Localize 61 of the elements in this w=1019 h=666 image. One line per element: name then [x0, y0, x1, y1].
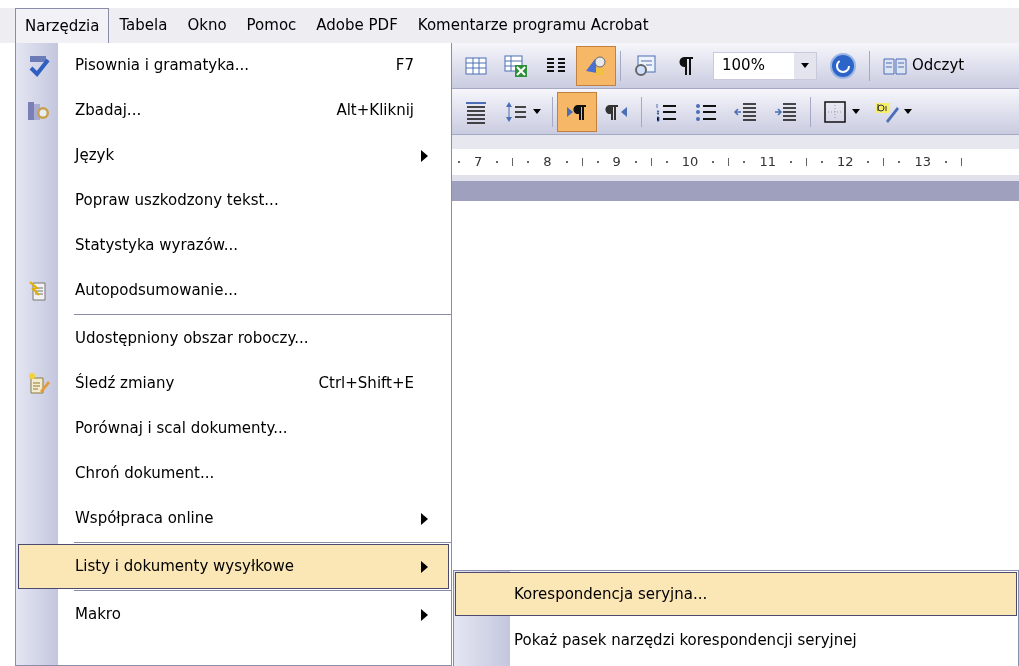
ruler-number: 12 [836, 153, 854, 172]
menu-item-label: Listy i dokumenty wysyłkowe [75, 556, 296, 578]
menu-item-label: Statystyka wyrazów... [75, 235, 240, 257]
menu-item[interactable]: Porównaj i scal dokumenty... [18, 406, 449, 451]
caret-icon [533, 109, 541, 114]
ruler-number: 11 [759, 153, 776, 172]
shortcut-label: Alt+Kliknij [336, 100, 414, 122]
toolbar-button[interactable] [557, 91, 597, 132]
menu-item[interactable]: Makro [18, 592, 449, 637]
caret-icon [852, 109, 860, 114]
menu-item[interactable]: Zbadaj... Alt+Kliknij [18, 88, 449, 133]
shortcut-label: F7 [395, 55, 414, 77]
menu-item-label: Autopodsumowanie... [75, 280, 239, 302]
menu-bar-item[interactable]: Tabela [109, 8, 178, 43]
ruler-number: 13 [914, 153, 932, 172]
menu-item-label: Śledź zmiany [75, 372, 176, 395]
menu-item[interactable]: Chroń dokument... [18, 451, 449, 496]
menu-item[interactable]: Listy i dokumenty wysyłkowe [18, 544, 449, 589]
ruler-number: 8 [543, 153, 552, 172]
help-icon[interactable] [829, 51, 857, 80]
ruler-number: 9 [612, 153, 621, 172]
submenu-arrow-icon [421, 560, 428, 573]
menu-item[interactable]: Statystyka wyrazów... [18, 223, 449, 268]
submenu-item[interactable]: Pokaż pasek narzędzi korespondencji seryjnej [455, 618, 1017, 662]
document-pencil-icon [26, 370, 52, 397]
menu-bar-item[interactable]: Okno [177, 8, 237, 43]
ruler-number: 10 [681, 153, 699, 172]
menu-item-label: Współpraca online [75, 508, 215, 530]
menu-item[interactable]: Język [18, 133, 449, 178]
menu-item[interactable]: Współpraca online [18, 496, 449, 541]
submenu-arrow-icon [421, 149, 428, 162]
reading-button[interactable]: Odczyt [882, 54, 965, 77]
caret-icon [904, 109, 912, 114]
menu-bar-item[interactable]: Pomoc [236, 8, 307, 43]
ruler-number: 7 [474, 153, 483, 172]
menu-item-label: Porównaj i scal dokumenty... [75, 418, 289, 440]
menu-item[interactable]: Autopodsumowanie... [18, 268, 449, 313]
menu-item[interactable]: Pisownia i gramatyka... F7 [18, 43, 449, 88]
menu-item[interactable]: Popraw uszkodzony tekst... [18, 178, 449, 223]
submenu-item[interactable]: Korespondencja seryjna... [455, 572, 1017, 616]
menu-bar-item[interactable]: Narzędzia [15, 8, 110, 43]
submenu-arrow-icon [421, 608, 428, 621]
document-magnifier-icon [632, 52, 658, 79]
menu-bar-item[interactable]: Komentarze programu Acrobat [407, 8, 659, 43]
menu-item-label: Makro [75, 604, 122, 626]
spreadsheet-icon [503, 52, 529, 79]
menu-item-label: Chroń dokument... [75, 463, 216, 485]
menu-item-label: Udostępniony obszar roboczy... [75, 328, 310, 350]
spelling-check-icon [27, 53, 51, 78]
zoom-field[interactable]: 100% [713, 51, 817, 80]
menu-item-label: Popraw uszkodzony tekst... [75, 190, 280, 212]
menu-item-label: Zbadaj... [75, 100, 143, 122]
shortcut-label: Ctrl+Shift+E [318, 373, 414, 395]
menu-item[interactable]: Śledź zmiany Ctrl+Shift+E [18, 361, 449, 406]
submenu-arrow-icon [421, 512, 428, 525]
caret-icon [801, 63, 809, 68]
border-icon [822, 98, 848, 125]
menu-item-label: Język [75, 145, 116, 167]
menu-item-label: Pisownia i gramatyka... [75, 55, 251, 77]
menu-item[interactable]: Udostępniony obszar roboczy... [18, 316, 449, 361]
menu-bar-item[interactable]: Adobe PDF [306, 8, 408, 43]
